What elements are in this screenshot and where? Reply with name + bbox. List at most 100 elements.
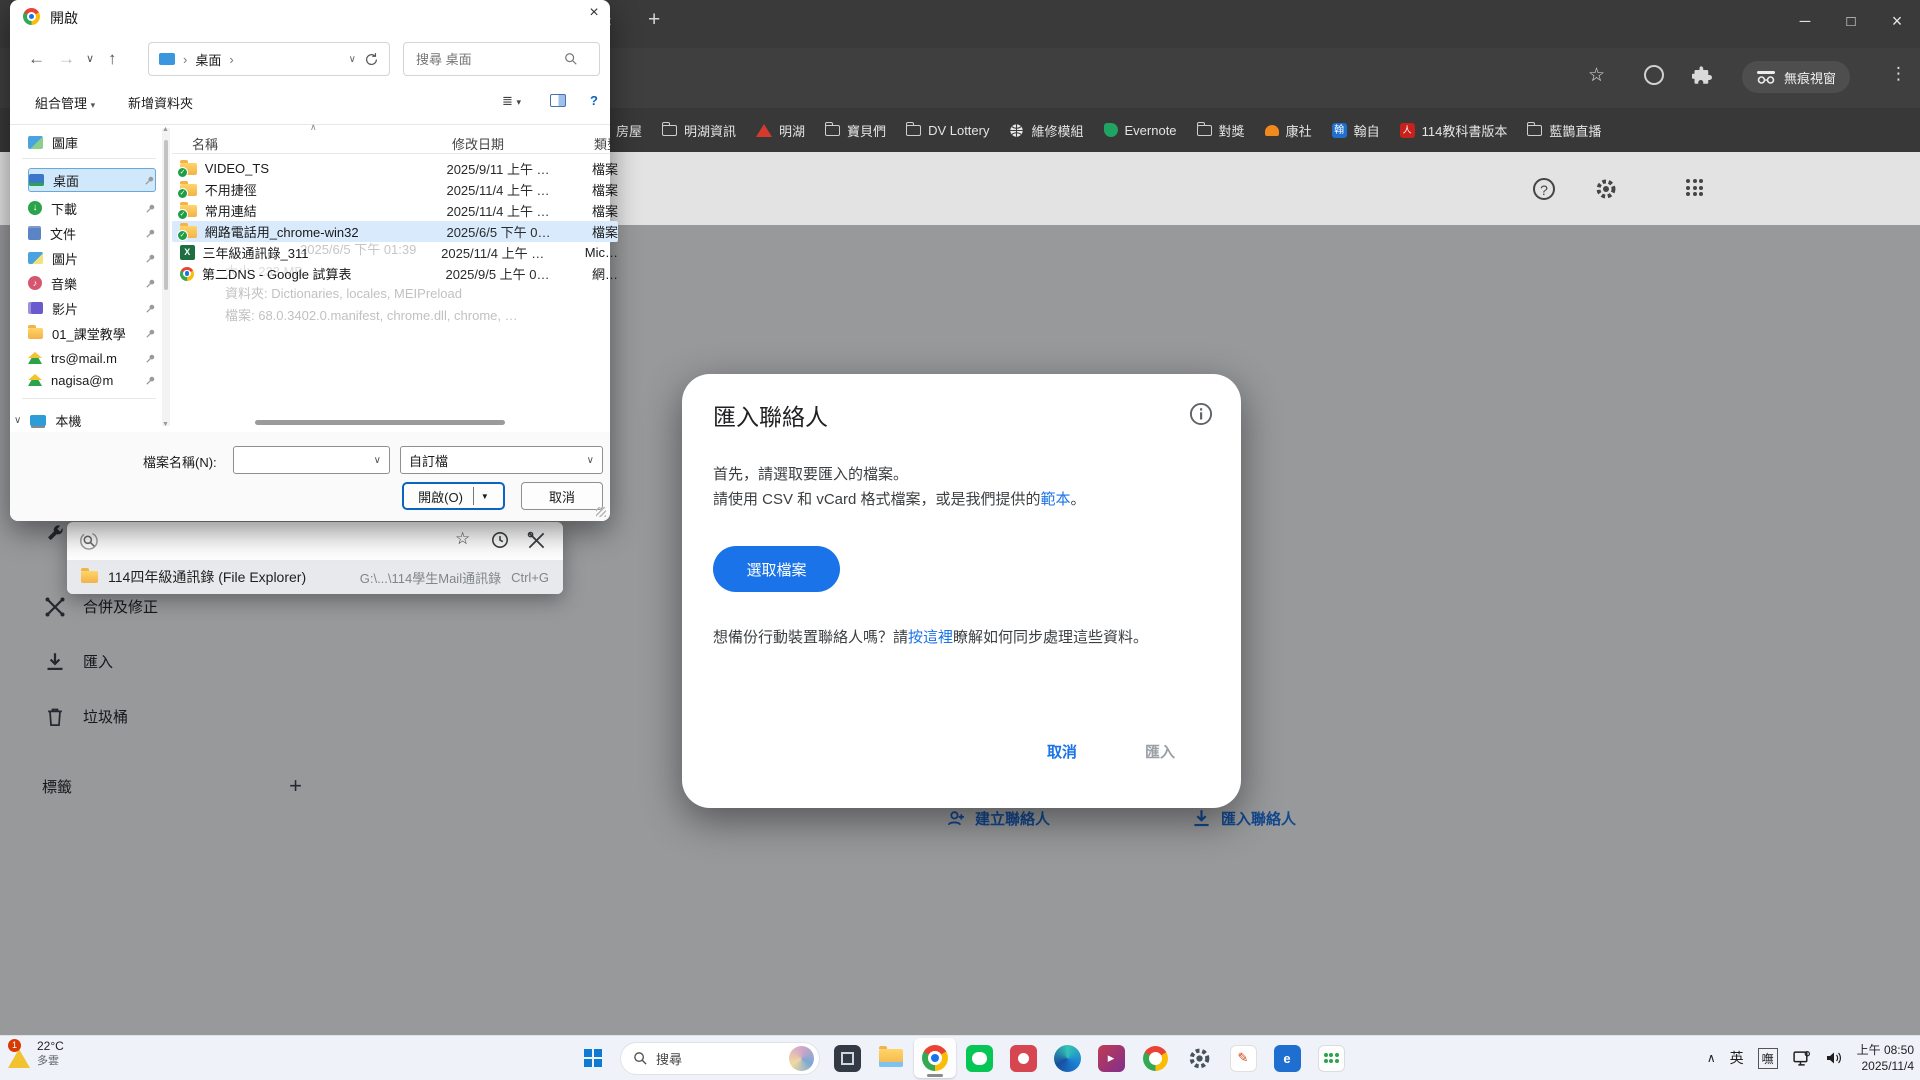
bookmark-item[interactable]: 寶貝們: [825, 121, 886, 140]
horizontal-scrollbar[interactable]: [255, 420, 505, 425]
template-link[interactable]: 範本: [1041, 491, 1071, 508]
file-row[interactable]: X 三年級通訊錄_311 2025/11/4 上午 … Mic…: [172, 242, 618, 263]
forward-button[interactable]: →: [58, 49, 75, 69]
nav-item-documents[interactable]: 文件: [28, 221, 156, 245]
tray-clock[interactable]: 上午 08:50 2025/11/4: [1857, 1042, 1914, 1074]
taskbar-app-blue-e[interactable]: e: [1266, 1038, 1308, 1078]
resize-grip[interactable]: [596, 507, 606, 517]
new-folder-button[interactable]: 新增資料夾: [128, 93, 193, 112]
launcher-result-row[interactable]: 114四年級通訊錄 (File Explorer) G:\...\114學生Ma…: [67, 560, 563, 594]
taskbar-app-pdf-editor[interactable]: ✎: [1222, 1038, 1264, 1078]
up-button[interactable]: ↑: [108, 49, 117, 69]
refresh-icon[interactable]: [364, 52, 379, 67]
nav-item-videos[interactable]: 影片: [28, 296, 156, 320]
taskbar-app-photos[interactable]: [1002, 1038, 1044, 1078]
profile-circle-icon[interactable]: [1644, 65, 1664, 85]
bookmark-star-icon[interactable]: ☆: [1588, 64, 1605, 87]
click-here-link[interactable]: 按這裡: [908, 629, 953, 646]
chevron-down-icon[interactable]: ∨: [14, 415, 21, 426]
taskbar-app-google[interactable]: [1134, 1038, 1176, 1078]
star-icon[interactable]: ☆: [455, 529, 470, 549]
taskbar-app-terminal[interactable]: [826, 1038, 868, 1078]
breadcrumb[interactable]: › 桌面 › ∨: [148, 42, 390, 76]
sort-chevron-icon[interactable]: ∧: [310, 122, 317, 133]
help-icon[interactable]: ?: [590, 93, 598, 108]
nav-item-pictures[interactable]: 圖片: [28, 246, 156, 270]
file-row[interactable]: 常用連結 2025/11/4 上午 … 檔案: [172, 200, 618, 221]
tools-icon[interactable]: [527, 531, 546, 550]
extensions-puzzle-icon[interactable]: [1692, 65, 1712, 85]
window-close-button[interactable]: ×: [1874, 4, 1920, 38]
taskbar-app-sheets[interactable]: [1310, 1038, 1352, 1078]
info-icon[interactable]: [1189, 402, 1213, 426]
bookmark-item[interactable]: 明湖資訊: [662, 121, 736, 140]
bookmark-item[interactable]: 人114教科書版本: [1400, 121, 1508, 140]
start-button[interactable]: [572, 1038, 614, 1078]
file-row[interactable]: 不用捷徑 2025/11/4 上午 … 檔案: [172, 179, 618, 200]
ime-language-indicator[interactable]: 英: [1730, 1048, 1744, 1068]
open-button[interactable]: 開啟(O) ▼: [402, 482, 505, 510]
chevron-down-icon[interactable]: ∨: [374, 455, 381, 466]
taskbar-app-line[interactable]: [958, 1038, 1000, 1078]
nav-item-desktop[interactable]: 桌面: [28, 168, 156, 192]
bookmark-item[interactable]: 維修模組: [1009, 121, 1083, 140]
launcher-search-input[interactable]: [109, 528, 409, 554]
nav-item-music[interactable]: ♪ 音樂: [28, 271, 156, 295]
taskbar-app-chrome-active[interactable]: [914, 1038, 956, 1078]
nav-item-drive-trs[interactable]: trs@mail.m: [28, 346, 156, 370]
help-icon[interactable]: ?: [1533, 178, 1555, 200]
bookmark-item[interactable]: 對獎: [1197, 121, 1245, 140]
organize-menu[interactable]: 組合管理 ▾: [35, 93, 95, 112]
breadcrumb-crumb[interactable]: 桌面: [195, 50, 221, 69]
nav-item-classroom-folder[interactable]: 01_課堂教學: [28, 321, 156, 345]
dialog-search-input[interactable]: [414, 51, 564, 68]
nav-scrollbar[interactable]: ▲ ▼: [162, 128, 170, 426]
speaker-icon[interactable]: [1825, 1050, 1843, 1066]
dialog-close-button[interactable]: ×: [580, 4, 608, 28]
bookmark-item[interactable]: 翰翰自: [1332, 121, 1380, 140]
browser-menu-icon[interactable]: ⋮: [1890, 64, 1907, 84]
bookmark-item[interactable]: DV Lottery: [906, 123, 989, 138]
taskbar-app-media[interactable]: ▸: [1090, 1038, 1132, 1078]
column-header-name[interactable]: 名稱: [192, 134, 218, 153]
column-header-type[interactable]: 類型: [594, 134, 610, 153]
window-minimize-button[interactable]: ─: [1782, 4, 1828, 38]
weather-widget[interactable]: 1 22°C 多雲: [8, 1039, 64, 1069]
filetype-dropdown[interactable]: 自訂檔 ∨: [400, 446, 603, 474]
window-maximize-button[interactable]: □: [1828, 4, 1874, 38]
bookmark-item[interactable]: 明湖: [756, 121, 805, 140]
preview-pane-icon[interactable]: [550, 94, 566, 107]
taskbar-app-edge[interactable]: [1046, 1038, 1088, 1078]
history-clock-icon[interactable]: [491, 531, 509, 549]
taskbar-app-settings[interactable]: [1178, 1038, 1220, 1078]
modal-import-button[interactable]: 匯入: [1145, 741, 1175, 762]
address-chevron-icon[interactable]: ∨: [349, 54, 356, 65]
open-split-arrow-icon[interactable]: ▼: [481, 492, 489, 501]
filename-input[interactable]: [242, 452, 362, 469]
settings-gear-icon[interactable]: [1594, 177, 1618, 201]
select-file-button[interactable]: 選取檔案: [713, 546, 840, 592]
network-icon[interactable]: [1792, 1050, 1811, 1067]
view-menu-icon[interactable]: ≣ ▾: [502, 93, 521, 109]
file-row[interactable]: VIDEO_TS 2025/9/11 上午 … 檔案: [172, 158, 618, 179]
bookmark-item[interactable]: 康社: [1265, 121, 1312, 140]
modal-cancel-button[interactable]: 取消: [1047, 741, 1077, 762]
nav-item-this-pc[interactable]: ∨ 本機: [14, 408, 154, 432]
history-chevron-icon[interactable]: ∨: [86, 52, 94, 65]
filename-combobox[interactable]: ∨: [233, 446, 390, 474]
taskbar-search-box[interactable]: 搜尋: [620, 1042, 820, 1075]
bookmark-item[interactable]: Evernote: [1104, 123, 1177, 138]
column-header-date[interactable]: 修改日期: [452, 134, 504, 153]
back-button[interactable]: ←: [28, 49, 45, 69]
nav-item-gallery[interactable]: 圖庫: [28, 130, 156, 154]
tray-chevron-up-icon[interactable]: ∧: [1707, 1051, 1716, 1065]
apps-grid-icon[interactable]: [1686, 179, 1703, 196]
nav-item-drive-nagisa[interactable]: nagisa@m: [28, 368, 156, 392]
bookmark-item[interactable]: 藍鵲直播: [1527, 121, 1601, 140]
cancel-button[interactable]: 取消: [521, 482, 603, 510]
file-row[interactable]: 第二DNS - Google 試算表 2025/9/5 上午 0… 網…: [172, 263, 618, 284]
file-row-selected[interactable]: 網路電話用_chrome-win32 2025/6/5 下午 0… 檔案: [172, 221, 618, 242]
new-tab-button[interactable]: +: [648, 8, 660, 32]
incognito-badge[interactable]: 無痕視窗: [1742, 61, 1850, 93]
dialog-search-box[interactable]: [403, 42, 600, 76]
